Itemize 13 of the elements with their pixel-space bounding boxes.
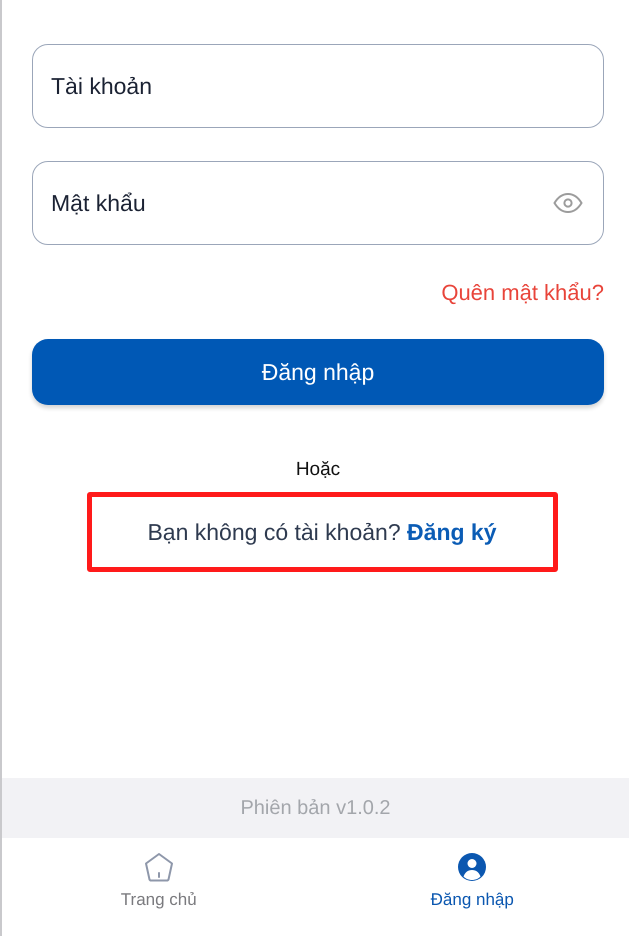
version-text: Phiên bản v1.0.2 (240, 796, 391, 820)
user-icon (457, 852, 488, 882)
tab-item[interactable]: Đăng nhập (426, 852, 518, 916)
signup-link[interactable]: Đăng ký (407, 519, 497, 545)
signup-prompt: Bạn không có tài khoản? Đăng ký (147, 518, 497, 547)
eye-icon[interactable] (553, 193, 583, 213)
login-button[interactable]: Đăng nhập (32, 339, 604, 405)
home-icon (144, 852, 174, 882)
password-field[interactable]: Mật khẩu (32, 161, 604, 245)
divider-text: Hoặc (296, 458, 340, 482)
tab-item[interactable]: Trang chủ (116, 852, 201, 916)
forgot-password-link[interactable]: Quên mật khẩu? (441, 279, 604, 307)
username-field[interactable]: Tài khoản (32, 44, 604, 128)
